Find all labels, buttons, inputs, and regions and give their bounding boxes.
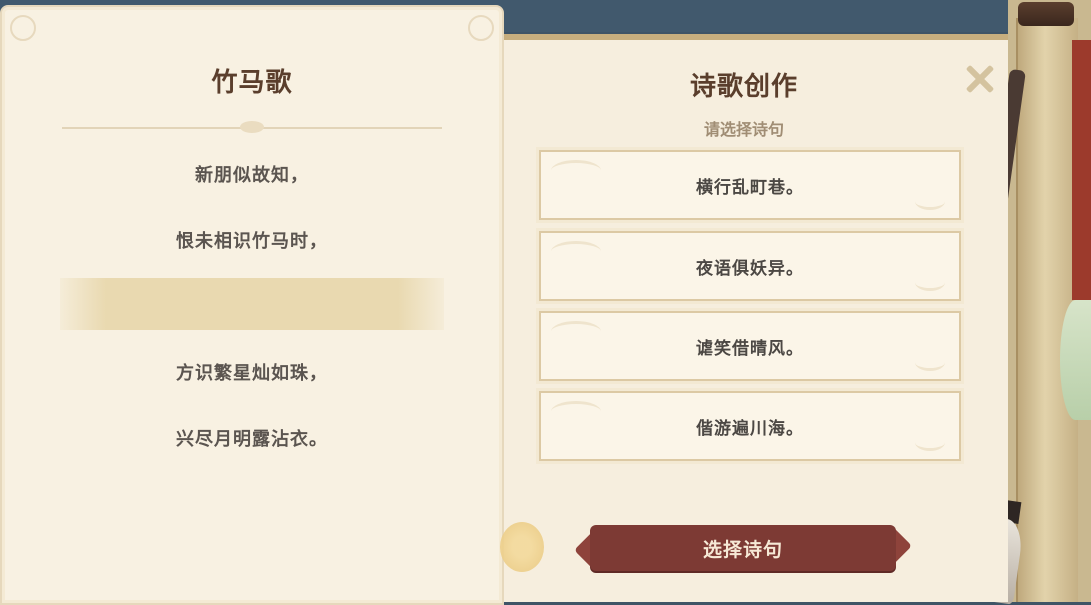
cloud-pattern <box>915 193 945 210</box>
verse-option-label: 偕游遍川海。 <box>696 418 804 439</box>
cloud-pattern <box>915 274 945 291</box>
compose-subtitle: 请选择诗句 <box>703 120 784 139</box>
verse-option-4[interactable]: 偕游遍川海。 <box>536 388 964 464</box>
cloud-pattern <box>915 354 945 371</box>
select-verse-label: 选择诗句 <box>702 538 783 561</box>
verse-option-1[interactable]: 横行乱町巷。 <box>536 147 964 223</box>
scroll-cap <box>1018 2 1074 26</box>
verse-option-2[interactable]: 夜语俱妖异。 <box>536 228 964 304</box>
poem-line-4: 方识繁星灿如珠， <box>176 363 328 384</box>
poem-line-1: 新朋似故知， <box>195 165 309 186</box>
verse-option-label: 横行乱町巷。 <box>696 177 804 198</box>
cloud-pattern <box>551 241 601 262</box>
close-icon[interactable] <box>962 62 996 96</box>
cloud-pattern <box>551 401 601 422</box>
flower-icon <box>500 522 544 572</box>
blank-line-slot[interactable] <box>60 278 444 330</box>
leaf-decoration <box>1060 300 1091 420</box>
ribbon-decoration <box>1072 40 1091 300</box>
verse-option-3[interactable]: 谑笑借晴风。 <box>536 308 964 384</box>
verse-option-label: 谑笑借晴风。 <box>696 338 804 359</box>
cloud-pattern <box>915 434 945 451</box>
corner-ornament <box>10 15 36 41</box>
cloud-pattern <box>551 321 601 342</box>
cloud-pattern <box>551 160 601 181</box>
divider-ornament-icon <box>240 121 264 133</box>
poem-line-5: 兴尽月明露沾衣。 <box>176 429 328 450</box>
poem-title: 竹马歌 <box>211 68 293 98</box>
corner-ornament <box>468 15 494 41</box>
poem-line-2: 恨未相识竹马时， <box>176 231 328 252</box>
verse-option-label: 夜语俱妖异。 <box>696 258 804 279</box>
select-verse-button[interactable]: 选择诗句 <box>590 525 896 571</box>
compose-title: 诗歌创作 <box>689 72 798 102</box>
